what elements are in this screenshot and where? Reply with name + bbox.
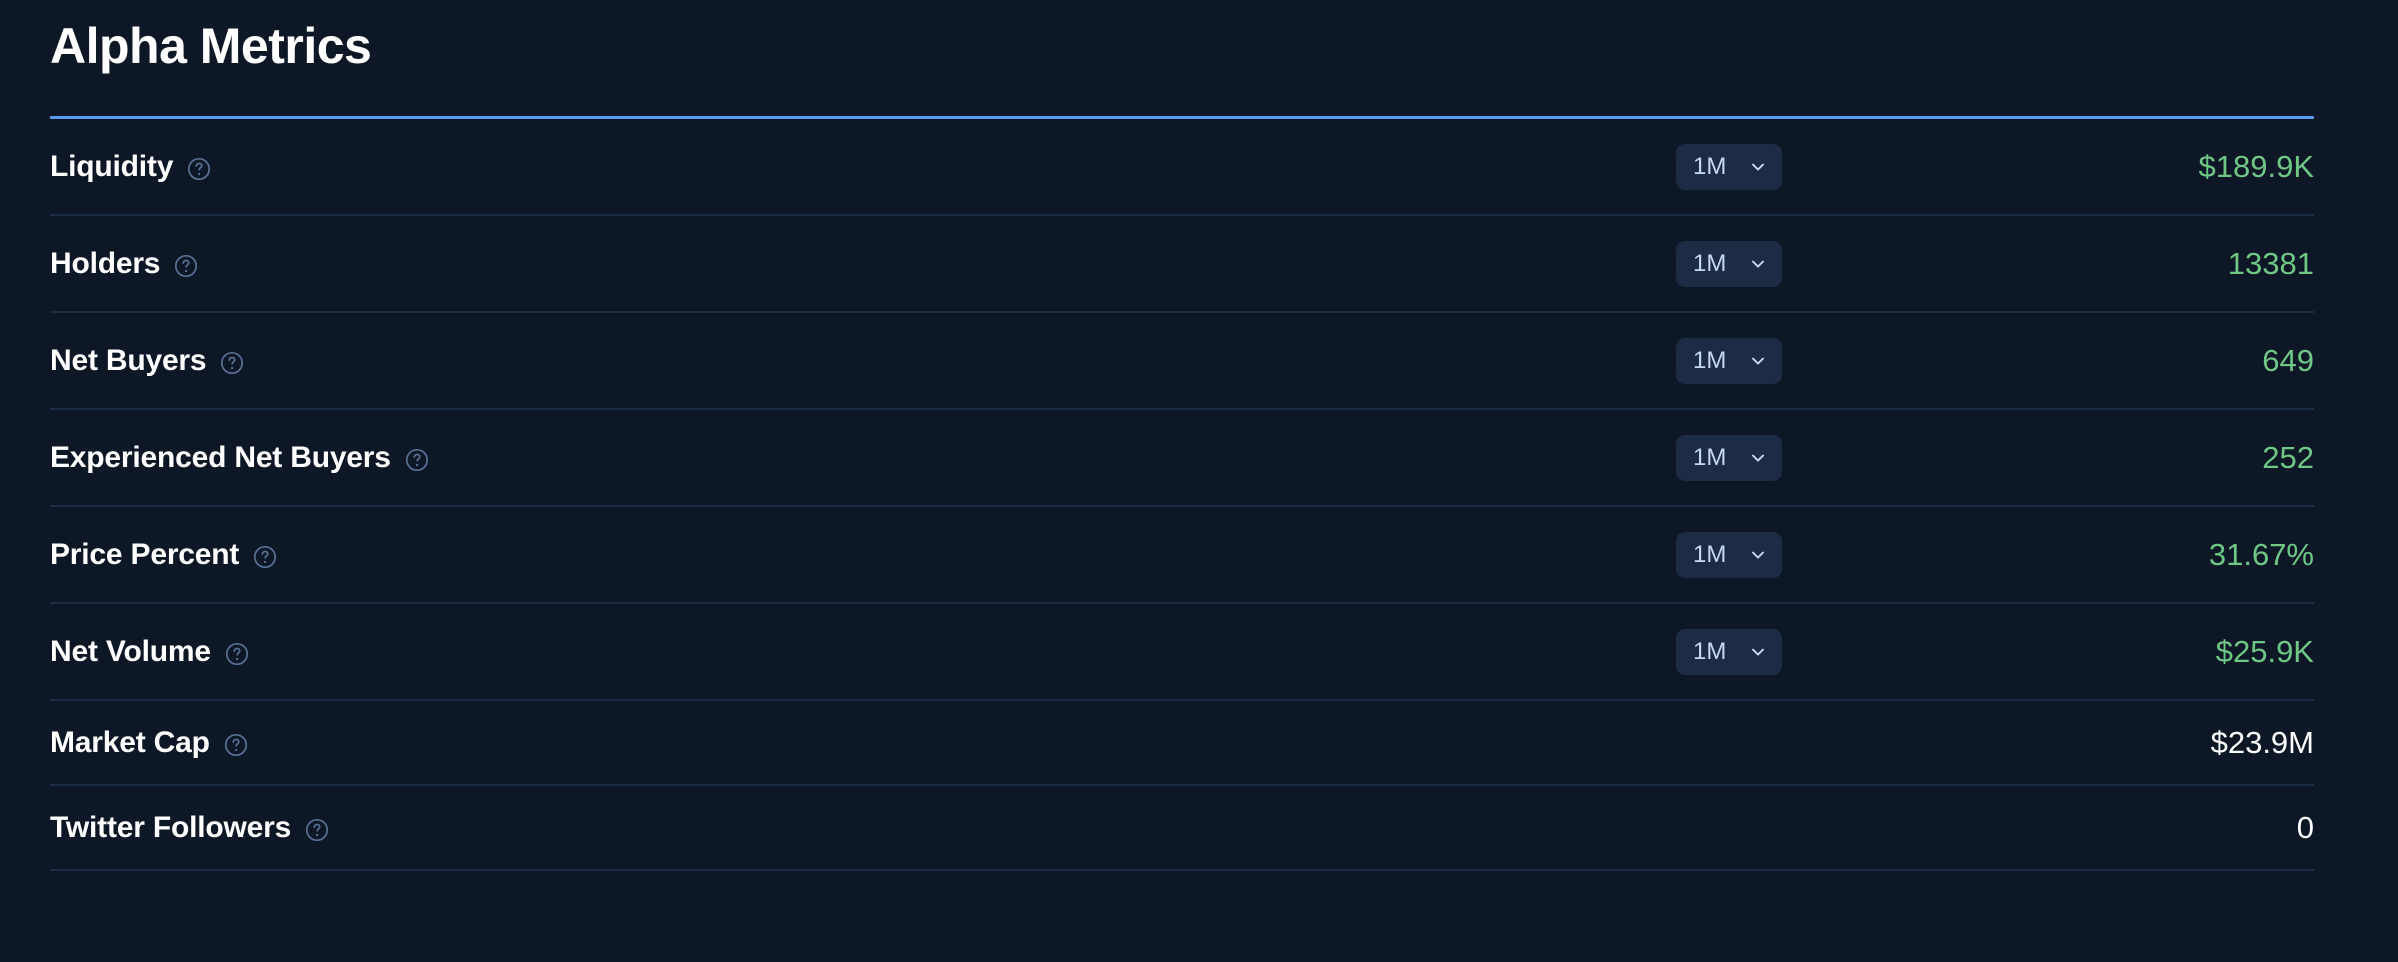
metric-value-cell: 13381 <box>1994 248 2314 279</box>
question-circle-icon[interactable] <box>224 733 248 757</box>
question-circle-icon[interactable] <box>187 157 211 181</box>
question-circle-icon[interactable] <box>220 351 244 375</box>
metric-value: 649 <box>2262 343 2314 378</box>
metric-value-cell: 0 <box>1994 812 2314 843</box>
period-select-net-buyers[interactable]: 1M <box>1676 337 1782 384</box>
metric-label: Holders <box>50 246 161 280</box>
period-select-value: 1M <box>1693 152 1727 180</box>
chevron-down-icon <box>1752 648 1764 656</box>
period-select-value: 1M <box>1693 443 1727 471</box>
metric-label-cell: Experienced Net Buyers <box>50 441 429 475</box>
metric-value-cell: $25.9K <box>1994 636 2314 667</box>
period-select-value: 1M <box>1693 346 1727 374</box>
metric-label: Liquidity <box>50 149 174 183</box>
metric-label: Price Percent <box>50 537 240 571</box>
period-select-net-volume[interactable]: 1M <box>1676 628 1782 675</box>
metric-label: Twitter Followers <box>50 810 292 844</box>
period-select-value: 1M <box>1693 249 1727 277</box>
metric-row-net-volume: Net Volume 1M $25.9K <box>50 604 2314 701</box>
period-cell: 1M <box>1664 143 1994 190</box>
metric-row-twitter-followers: Twitter Followers 0 <box>50 786 2314 871</box>
period-cell: 1M <box>1664 240 1994 287</box>
metric-label: Net Volume <box>50 634 211 668</box>
chevron-down-icon <box>1752 357 1764 365</box>
metric-label-cell: Net Volume <box>50 635 249 669</box>
metric-value: 13381 <box>2227 246 2314 281</box>
period-select-liquidity[interactable]: 1M <box>1676 143 1782 190</box>
metric-value-cell: 252 <box>1994 442 2314 473</box>
period-select-price-percent[interactable]: 1M <box>1676 531 1782 578</box>
metrics-list: Liquidity 1M $189.9K Holders 1M 13381 Net Buye… <box>50 119 2314 871</box>
period-select-value: 1M <box>1693 540 1727 568</box>
metric-row-holders: Holders 1M 13381 <box>50 216 2314 313</box>
metric-value: 252 <box>2262 440 2314 475</box>
chevron-down-icon <box>1752 454 1764 462</box>
metric-row-liquidity: Liquidity 1M $189.9K <box>50 119 2314 216</box>
metric-row-market-cap: Market Cap $23.9M <box>50 701 2314 786</box>
metric-label-cell: Price Percent <box>50 538 277 572</box>
chevron-down-icon <box>1752 163 1764 171</box>
chevron-down-icon <box>1752 260 1764 268</box>
question-circle-icon[interactable] <box>405 448 429 472</box>
metric-label-cell: Twitter Followers <box>50 811 329 845</box>
metric-value: $189.9K <box>2198 149 2315 184</box>
alpha-metrics-panel: Alpha Metrics Liquidity 1M $189.9K Holders 1… <box>0 0 2398 962</box>
metric-value: 0 <box>2296 810 2314 845</box>
question-circle-icon[interactable] <box>174 254 198 278</box>
metric-label-cell: Net Buyers <box>50 344 244 378</box>
metric-label-cell: Holders <box>50 247 198 281</box>
question-circle-icon[interactable] <box>253 545 277 569</box>
period-cell: 1M <box>1664 628 1994 675</box>
question-circle-icon[interactable] <box>225 642 249 666</box>
page-title: Alpha Metrics <box>50 18 372 74</box>
metric-value-cell: 649 <box>1994 345 2314 376</box>
period-select-experienced-net-buyers[interactable]: 1M <box>1676 434 1782 481</box>
panel-header: Alpha Metrics <box>50 0 2348 119</box>
period-select-holders[interactable]: 1M <box>1676 240 1782 287</box>
metric-label-cell: Liquidity <box>50 150 211 184</box>
metric-value-cell: $23.9M <box>1994 727 2314 758</box>
period-cell: 1M <box>1664 337 1994 384</box>
metric-value: $25.9K <box>2215 634 2314 669</box>
period-cell: 1M <box>1664 531 1994 578</box>
question-circle-icon[interactable] <box>305 818 329 842</box>
metric-value: $23.9M <box>2210 725 2314 760</box>
period-cell: 1M <box>1664 434 1994 481</box>
metric-row-experienced-net-buyers: Experienced Net Buyers 1M 252 <box>50 410 2314 507</box>
metric-row-price-percent: Price Percent 1M 31.67% <box>50 507 2314 604</box>
chevron-down-icon <box>1752 551 1764 559</box>
metric-label: Market Cap <box>50 725 210 759</box>
metric-label: Net Buyers <box>50 343 207 377</box>
metric-label-cell: Market Cap <box>50 726 248 760</box>
metric-value: 31.67% <box>2208 537 2314 572</box>
metric-value-cell: $189.9K <box>1994 149 2315 184</box>
metric-label: Experienced Net Buyers <box>50 440 391 474</box>
period-select-value: 1M <box>1693 637 1727 665</box>
metric-value-cell: 31.67% <box>1994 539 2314 570</box>
metric-row-net-buyers: Net Buyers 1M 649 <box>50 313 2314 410</box>
